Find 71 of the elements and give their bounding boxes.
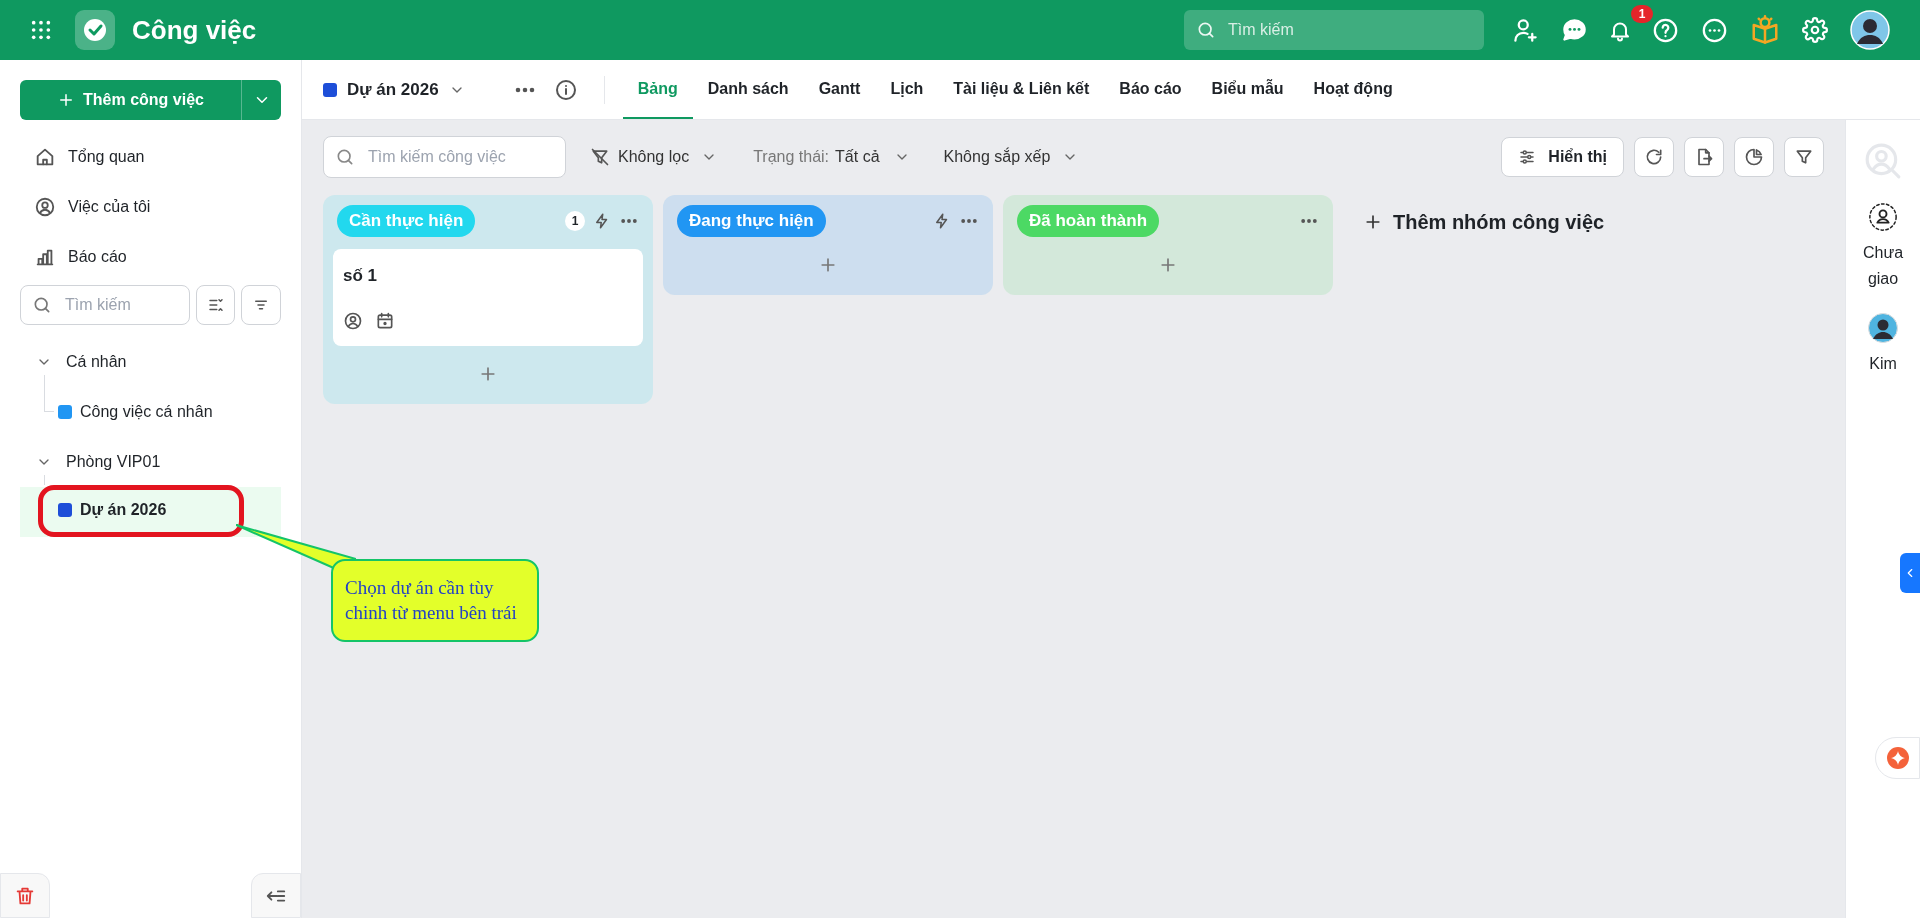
ai-assistant-button[interactable] xyxy=(1875,737,1920,779)
search-icon xyxy=(1196,20,1216,40)
sidebar-nav-item[interactable]: Tổng quan xyxy=(0,132,301,182)
filter-button[interactable] xyxy=(1784,137,1824,177)
refresh-button[interactable] xyxy=(1634,137,1674,177)
project-group-item[interactable]: Phòng VIP01 xyxy=(0,437,301,487)
statistics-button[interactable] xyxy=(1734,137,1774,177)
export-button[interactable] xyxy=(1684,137,1724,177)
user-circle-icon xyxy=(34,196,56,218)
user-avatar xyxy=(1868,313,1898,344)
collapse-sidebar-button[interactable] xyxy=(251,873,301,918)
calendar-icon[interactable] xyxy=(375,310,395,331)
view-tab[interactable]: Gantt xyxy=(803,60,876,119)
user-avatar[interactable] xyxy=(1850,10,1890,50)
task-count: 1 xyxy=(565,211,585,231)
search-icon xyxy=(32,295,52,315)
project-selector[interactable]: Dự án 2026 xyxy=(323,76,465,103)
view-tab[interactable]: Biểu mẫu xyxy=(1196,60,1299,119)
assignee-item[interactable]: Chưa giao xyxy=(1846,202,1920,292)
sparkle-icon xyxy=(1885,746,1910,770)
home-icon xyxy=(34,146,56,168)
chat-icon[interactable] xyxy=(1561,16,1588,44)
filter-dropdown[interactable]: Không lọc xyxy=(590,145,718,169)
app-grid-icon[interactable] xyxy=(30,19,52,41)
status-dropdown[interactable]: Trạng thái: Tất cả xyxy=(753,145,910,169)
display-button[interactable]: Hiển thị xyxy=(1501,137,1624,177)
task-search-field[interactable]: Tìm kiếm công việc xyxy=(323,136,566,178)
refresh-icon xyxy=(1644,147,1664,167)
tree-connector-line xyxy=(44,375,54,412)
sort-dropdown[interactable]: Không sắp xếp xyxy=(943,145,1079,169)
app-logo-icon xyxy=(75,10,115,50)
assignee-name: Chưa giao xyxy=(1861,243,1905,289)
tree-connector-line xyxy=(44,475,45,485)
notification-badge: 1 xyxy=(1631,4,1653,23)
collapse-all-button[interactable] xyxy=(195,285,236,325)
view-tab[interactable]: Hoạt động xyxy=(1298,60,1408,119)
view-tab[interactable]: Danh sách xyxy=(692,60,804,119)
assignee-item[interactable]: Kim xyxy=(1846,313,1920,377)
sidebar-nav-item[interactable]: Báo cáo xyxy=(0,232,301,282)
status-value: Tất cả xyxy=(835,147,880,167)
view-tab[interactable]: Báo cáo xyxy=(1104,60,1197,119)
user-placeholder-icon xyxy=(1868,202,1898,232)
view-tab[interactable]: Tài liệu & Liên kết xyxy=(938,60,1105,119)
sort-button[interactable] xyxy=(241,285,281,325)
pie-chart-icon xyxy=(1744,147,1764,167)
trash-button[interactable] xyxy=(0,873,50,918)
sidebar-nav-item[interactable]: Việc của tôi xyxy=(0,182,301,232)
help-icon[interactable] xyxy=(1652,16,1679,44)
task-card[interactable]: số 1 xyxy=(333,249,643,346)
expand-collapse-icon xyxy=(206,296,225,314)
expand-panel-button[interactable] xyxy=(1900,553,1920,593)
search-icon xyxy=(335,147,355,167)
add-group-button[interactable]: Thêm nhóm công việc xyxy=(1363,207,1605,237)
filter-off-icon xyxy=(590,147,610,167)
callout-note: Chọn dự án cần tùy chinh từ menu bên trái xyxy=(331,559,539,642)
user-circle-icon[interactable] xyxy=(343,310,363,331)
project-item[interactable]: Dự án 2026 xyxy=(58,485,167,535)
view-tab[interactable]: Lịch xyxy=(875,60,939,119)
info-icon[interactable] xyxy=(553,77,578,102)
settings-icon[interactable] xyxy=(1802,17,1828,43)
assignee-name: Kim xyxy=(1868,354,1898,375)
sidebar-search-field[interactable]: Tìm kiếm xyxy=(20,285,190,325)
status-label: Trạng thái: xyxy=(753,147,830,167)
project-item[interactable]: Công việc cá nhân xyxy=(58,387,213,437)
app-title: Công việc xyxy=(132,13,257,47)
more-icon[interactable] xyxy=(1701,16,1728,44)
task-title: số 1 xyxy=(343,265,379,287)
project-group-item[interactable]: Cá nhân xyxy=(0,337,301,387)
add-user-icon[interactable] xyxy=(1512,16,1539,44)
sliders-icon xyxy=(1518,148,1537,166)
filter-icon xyxy=(1794,147,1814,167)
